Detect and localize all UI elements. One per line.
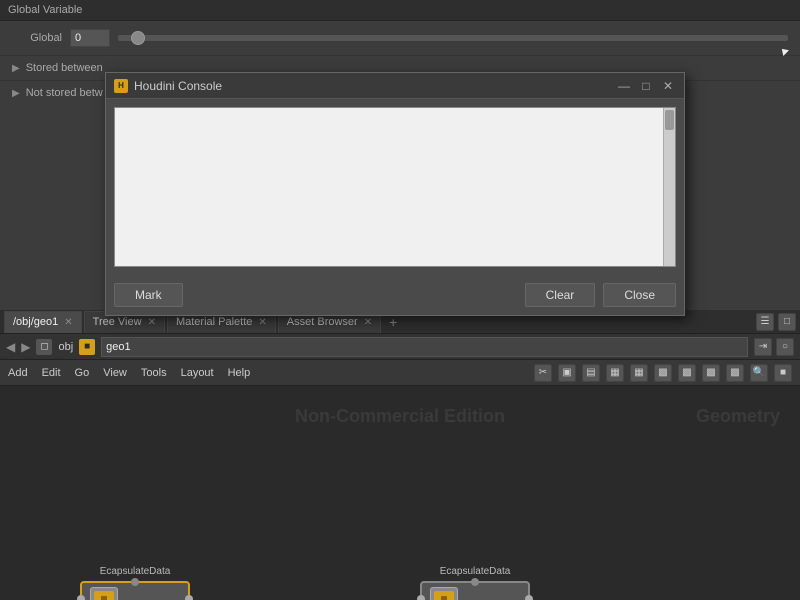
node1-box[interactable]	[80, 581, 190, 600]
tab-label-asset-browser: Asset Browser	[287, 316, 358, 328]
node1-icon-inner	[94, 591, 114, 600]
menu-add[interactable]: Add	[8, 367, 28, 379]
node1-connector-top[interactable]	[131, 578, 139, 586]
path-input[interactable]	[101, 337, 748, 357]
dialog-title-text: Houdini Console	[134, 79, 610, 93]
dialog-titlebar: H Houdini Console — □ ✕	[106, 73, 684, 99]
node1-connector-left[interactable]	[77, 595, 85, 600]
node1-icon-dot	[101, 596, 107, 600]
toolbar-fit[interactable]: ■	[774, 364, 792, 382]
menu-view[interactable]: View	[103, 367, 127, 379]
menu-help[interactable]: Help	[228, 367, 251, 379]
toolbar-layout1[interactable]: ▩	[654, 364, 672, 382]
node2-icon-inner	[434, 591, 454, 600]
toolbar-zoom[interactable]: 🔍	[750, 364, 768, 382]
path-home-icon[interactable]: ○	[776, 338, 794, 356]
tab-bar-icon-2[interactable]: □	[778, 313, 796, 331]
node1-label-top: EcapsulateData	[100, 566, 171, 577]
dialog-close-x-button[interactable]: ✕	[660, 79, 676, 93]
not-stored-label: Not stored betw	[26, 87, 103, 99]
dialog-minimize-button[interactable]: —	[616, 79, 632, 93]
node2-connector-left[interactable]	[417, 595, 425, 600]
menu-tools[interactable]: Tools	[141, 367, 167, 379]
console-output[interactable]	[114, 107, 676, 267]
node2-connector-top[interactable]	[471, 578, 479, 586]
node2-connector-right[interactable]	[525, 595, 533, 600]
dialog-buttons: Mark Clear Close	[106, 275, 684, 315]
toolbar-icons: ✂ ▣ ▤ ▦ ▦ ▩ ▩ ▩ ▩ 🔍 ■	[534, 364, 792, 382]
tab-bar-right: ☰ □	[756, 313, 796, 331]
nav-forward[interactable]: ▶	[21, 340, 30, 354]
canvas-area[interactable]: Non-Commercial Edition Geometry Ecapsula…	[0, 386, 800, 600]
global-input[interactable]	[70, 29, 110, 47]
houdini-console-dialog[interactable]: H Houdini Console — □ ✕ Mark Clear Close	[105, 72, 685, 316]
console-scrollbar[interactable]	[663, 108, 675, 266]
mark-button[interactable]: Mark	[114, 283, 183, 307]
global-slider-thumb	[131, 31, 145, 45]
nav-back[interactable]: ◀	[6, 340, 15, 354]
console-scrollbar-thumb	[665, 110, 674, 130]
tab-label-tree-view: Tree View	[93, 316, 142, 328]
panel-title: Global Variable	[0, 0, 800, 21]
clear-button[interactable]: Clear	[525, 283, 596, 307]
toolbar-layout2[interactable]: ▩	[678, 364, 696, 382]
dialog-content	[106, 99, 684, 275]
arrow-icon-2: ▶	[12, 88, 20, 99]
node-editor: /obj/geo1 ✕ Tree View ✕ Material Palette…	[0, 310, 800, 600]
obj-icon: ◻	[36, 339, 52, 355]
tab-close-0[interactable]: ✕	[64, 317, 72, 328]
close-button[interactable]: Close	[603, 283, 676, 307]
menu-edit[interactable]: Edit	[42, 367, 61, 379]
watermark: Non-Commercial Edition	[295, 406, 505, 427]
tab-close-2[interactable]: ✕	[258, 317, 266, 328]
node1-connector-right[interactable]	[185, 595, 193, 600]
tab-close-3[interactable]: ✕	[364, 317, 372, 328]
watermark-right: Geometry	[696, 406, 780, 427]
toolbar-copy[interactable]: ▣	[558, 364, 576, 382]
global-label: Global	[12, 32, 62, 44]
dialog-right-buttons: Clear Close	[525, 283, 676, 307]
node2-icon	[430, 587, 458, 600]
dialog-title-icon: H	[114, 79, 128, 93]
toolbar-grid1[interactable]: ▦	[606, 364, 624, 382]
dialog-maximize-button[interactable]: □	[638, 79, 654, 93]
tab-label-material-palette: Material Palette	[176, 316, 252, 328]
menu-go[interactable]: Go	[75, 367, 90, 379]
path-pin-icon[interactable]: ⇥	[754, 338, 772, 356]
node-item-2[interactable]: EcapsulateData GLOBAL_2 🔒	[420, 566, 530, 600]
tab-label-obj-geo1: /obj/geo1	[13, 316, 58, 328]
path-bar: ◀ ▶ ◻ obj ■ ⇥ ○	[0, 334, 800, 360]
geo-icon: ■	[79, 339, 95, 355]
node1-icon	[90, 587, 118, 600]
tab-bar-icon-1[interactable]: ☰	[756, 313, 774, 331]
arrow-icon: ▶	[12, 63, 20, 74]
node2-icon-dot	[441, 596, 447, 600]
node2-label-top: EcapsulateData	[440, 566, 511, 577]
toolbar-cut[interactable]: ✂	[534, 364, 552, 382]
global-row: Global	[0, 21, 800, 55]
menu-layout[interactable]: Layout	[181, 367, 214, 379]
stored-label: Stored between	[26, 62, 103, 74]
toolbar-layout4[interactable]: ▩	[726, 364, 744, 382]
node2-box[interactable]	[420, 581, 530, 600]
global-slider-track[interactable]	[118, 35, 788, 41]
path-bar-right: ⇥ ○	[754, 338, 794, 356]
toolbar-layout3[interactable]: ▩	[702, 364, 720, 382]
toolbar-paste[interactable]: ▤	[582, 364, 600, 382]
toolbar-grid2[interactable]: ▦	[630, 364, 648, 382]
menu-bar: Add Edit Go View Tools Layout Help ✂ ▣ ▤…	[0, 360, 800, 386]
node-item-1[interactable]: EcapsulateData GLOBAL_1 🔒	[80, 566, 190, 600]
tab-close-1[interactable]: ✕	[148, 317, 156, 328]
path-obj: obj	[58, 341, 73, 353]
tab-obj-geo1[interactable]: /obj/geo1 ✕	[4, 311, 82, 333]
